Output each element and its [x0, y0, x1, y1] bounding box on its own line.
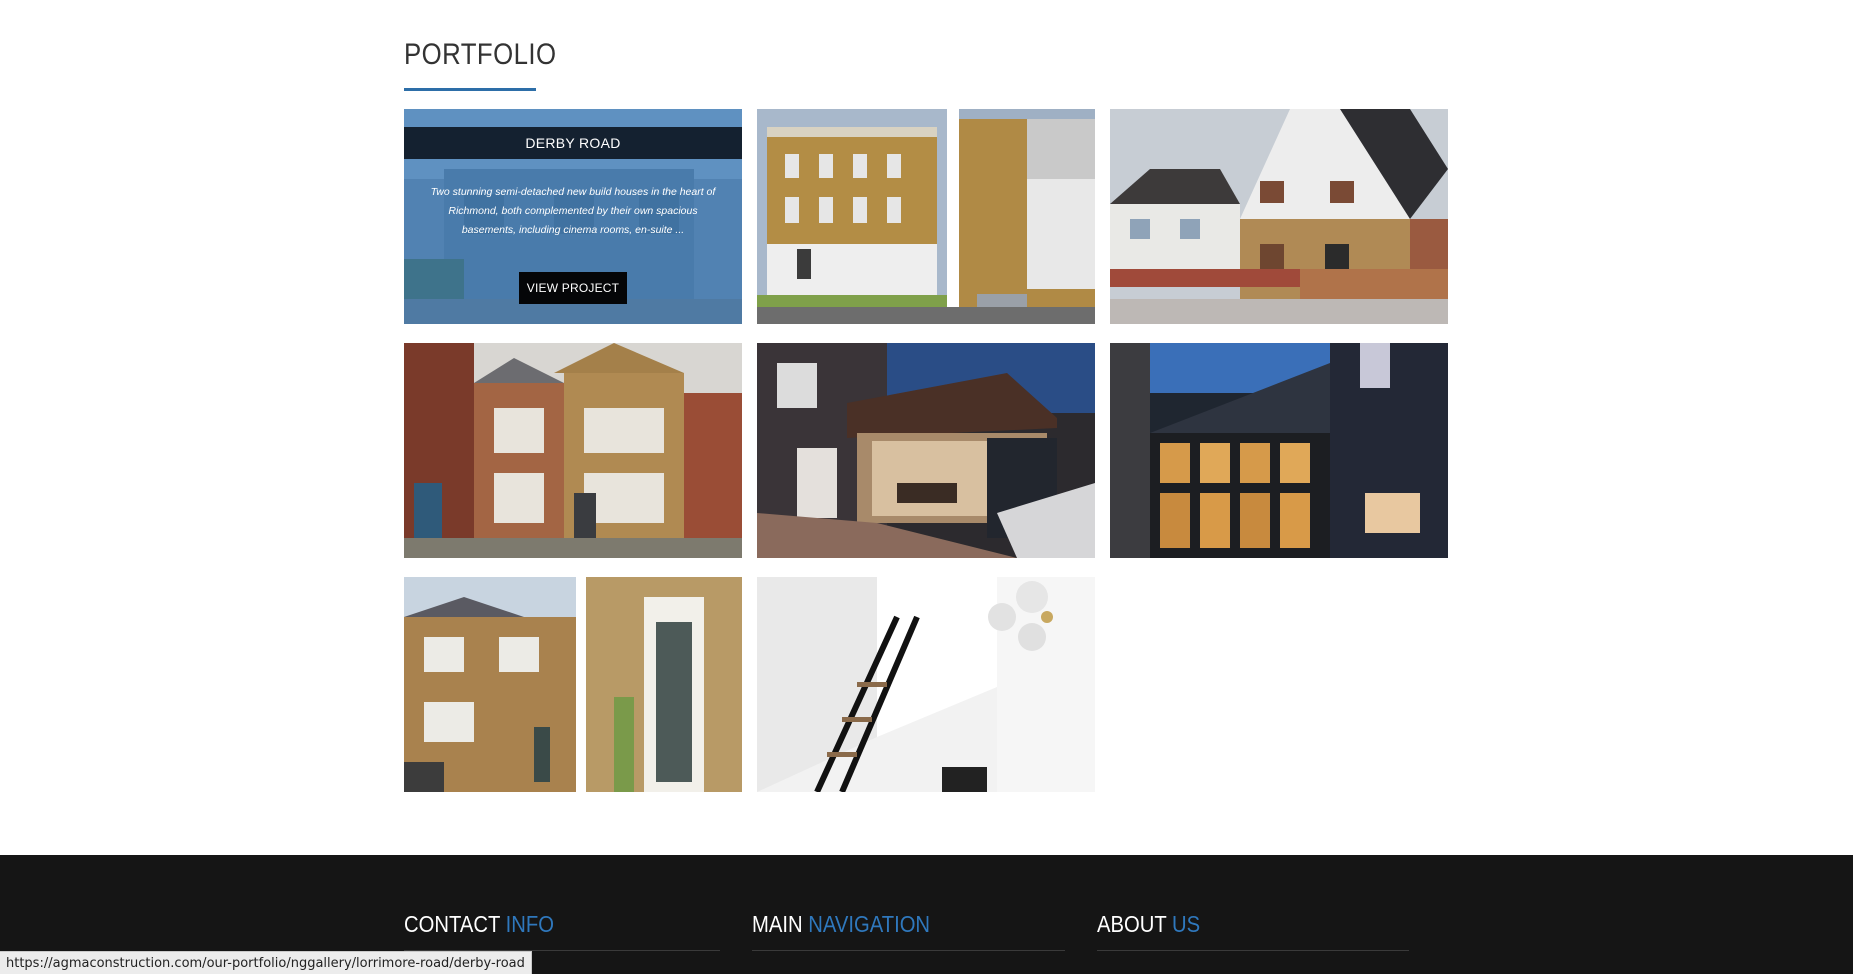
navigation-heading-word: NAVIGATION [808, 911, 931, 937]
lorrimore-road-image [404, 577, 742, 792]
victorian-terrace-image [404, 343, 742, 558]
rear-extension-image [757, 343, 1095, 558]
townhouse-image [757, 109, 1095, 324]
project-tile-interior-stair[interactable] [757, 577, 1095, 792]
footer-navigation-divider [752, 950, 1065, 951]
footer-navigation-heading: MAIN NAVIGATION [752, 911, 930, 938]
portfolio-title: PORTFOLIO [404, 38, 557, 71]
info-heading-word: INFO [505, 911, 554, 937]
footer-about-column: ABOUT US [1097, 911, 1214, 938]
us-heading-word: US [1171, 911, 1201, 937]
project-tile-lorrimore-road[interactable] [404, 577, 742, 792]
link-status-bar: https://agmaconstruction.com/our-portfol… [0, 951, 532, 974]
footer-contact-column: CONTACT INFO [404, 911, 574, 938]
project-title: DERBY ROAD [404, 127, 742, 159]
footer-about-heading: ABOUT US [1097, 911, 1200, 938]
footer-about-divider [1097, 950, 1409, 951]
project-tile-white-house[interactable] [1110, 109, 1448, 324]
white-house-image [1110, 109, 1448, 324]
project-tile-victorian-terrace[interactable] [404, 343, 742, 558]
title-underline [404, 88, 536, 91]
interior-stair-image [757, 577, 1095, 792]
project-tile-rear-extension[interactable] [757, 343, 1095, 558]
about-heading-word: ABOUT [1097, 911, 1167, 937]
contact-heading-word: CONTACT [404, 911, 500, 937]
project-tile-townhouse[interactable] [757, 109, 1095, 324]
project-description: Two stunning semi-detached new build hou… [430, 186, 716, 236]
project-tile-derby-road[interactable]: DERBY ROAD Two stunning semi-detached ne… [404, 109, 742, 324]
main-heading-word: MAIN [752, 911, 803, 937]
project-tile-glass-extension[interactable] [1110, 343, 1448, 558]
footer-contact-heading: CONTACT INFO [404, 911, 554, 938]
glass-extension-image [1110, 343, 1448, 558]
page: PORTFOLIO DERBY ROAD Two stunning semi-d… [0, 0, 1853, 974]
view-project-button[interactable]: VIEW PROJECT [519, 272, 627, 304]
footer-navigation-column: MAIN NAVIGATION [752, 911, 954, 938]
